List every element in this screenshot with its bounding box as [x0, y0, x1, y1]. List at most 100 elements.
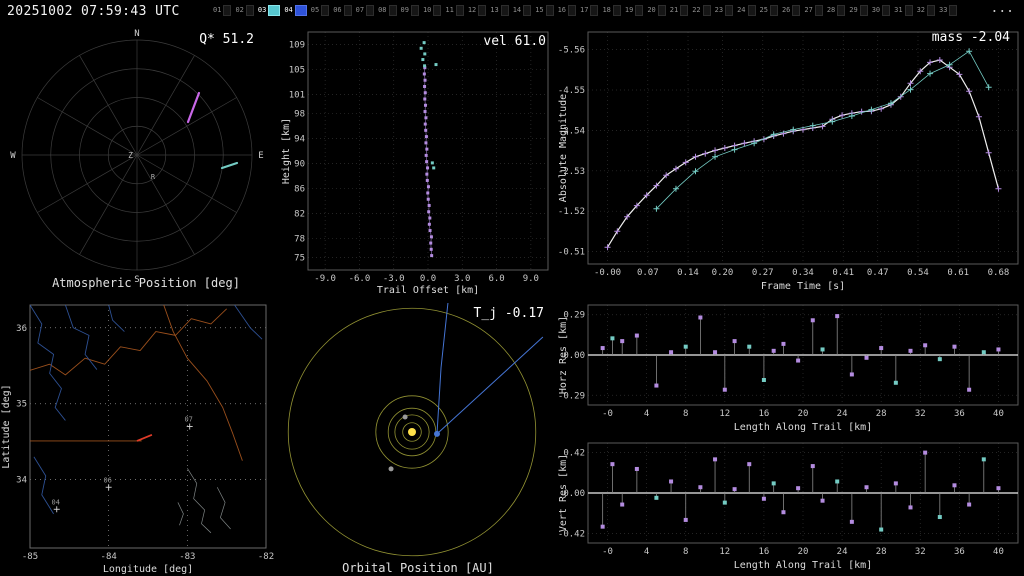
camera-tile-21[interactable]: 21	[670, 5, 689, 16]
camera-tile-23[interactable]: 23	[715, 5, 734, 16]
svg-text:12: 12	[719, 547, 730, 557]
svg-text:3.0: 3.0	[454, 274, 470, 284]
svg-text:105: 105	[289, 66, 305, 76]
camera-tile-03[interactable]: 03	[258, 5, 281, 16]
camera-tile-30[interactable]: 30	[872, 5, 891, 16]
camera-tile-16[interactable]: 16	[558, 5, 576, 16]
camera-tile-31[interactable]: 31	[894, 5, 913, 16]
camera-tile-12[interactable]: 12	[468, 5, 487, 16]
svg-text:-5.56: -5.56	[558, 46, 585, 56]
velocity-readout: vel 61.0	[483, 34, 546, 49]
svg-text:24: 24	[837, 547, 848, 557]
camera-thumbnail	[769, 5, 778, 16]
vert-res-chart: -0 4 8 12 16 20 24 28 32 36 40-0.420.000.42Length …	[558, 442, 1019, 571]
atmospheric-position-panel: NSWEZR Q* 51.2 Atmospheric Position [deg…	[8, 26, 284, 298]
camera-thumbnail	[635, 5, 644, 16]
camera-thumbnail	[545, 5, 554, 16]
camera-tile-15[interactable]: 15	[535, 5, 554, 16]
q-value-readout: Q* 51.2	[199, 32, 254, 47]
camera-tile-02[interactable]: 02	[235, 5, 254, 16]
camera-tile-13[interactable]: 13	[490, 5, 509, 16]
svg-text:-0.51: -0.51	[558, 248, 585, 258]
camera-tile-20[interactable]: 20	[647, 5, 666, 16]
camera-tile-label: 05	[310, 6, 320, 14]
camera-tile-28[interactable]: 28	[827, 5, 846, 16]
topbar: 20251002 07:59:43 UTC 01 02 03 04 05 06 07 08 09…	[0, 0, 1024, 24]
camera-tile-04[interactable]: 04	[284, 5, 307, 16]
camera-tile-label: 22	[692, 6, 701, 14]
camera-tile-label: 33	[939, 6, 948, 14]
camera-tile-label: 29	[849, 6, 858, 14]
camera-tile-09[interactable]: 09	[401, 5, 419, 16]
svg-text:78: 78	[294, 235, 305, 245]
camera-tile-label: 10	[422, 6, 432, 14]
camera-tile-label: 16	[557, 6, 566, 14]
camera-thumbnail	[590, 5, 599, 16]
camera-thumbnail	[612, 5, 621, 16]
svg-text:28: 28	[876, 547, 887, 557]
svg-text:36: 36	[954, 409, 965, 419]
camera-tile-01[interactable]: 01	[213, 5, 232, 16]
camera-thumbnail	[455, 5, 464, 16]
svg-text:101: 101	[289, 91, 305, 101]
camera-tile-25[interactable]: 25	[760, 5, 778, 16]
camera-thumbnail	[321, 5, 330, 16]
svg-text:W: W	[10, 151, 16, 161]
camera-tile-label: 20	[647, 6, 656, 14]
camera-tile-label: 15	[535, 6, 544, 14]
svg-text:20: 20	[798, 409, 809, 419]
camera-tile-27[interactable]: 27	[804, 5, 823, 16]
svg-text:90: 90	[294, 160, 305, 170]
svg-text:Z: Z	[128, 151, 133, 160]
trail-offset-plot: -9.0 -6.0 -3.0 0.0 3.0 6.0 9.0 75 78 82 86 90 94 98 10…	[280, 26, 556, 298]
camera-thumbnail	[343, 5, 352, 16]
camera-tile-18[interactable]: 18	[602, 5, 621, 16]
svg-text:-0: -0	[602, 409, 613, 419]
overflow-menu-button[interactable]: ...	[991, 1, 1014, 16]
camera-tile-06[interactable]: 06	[333, 5, 352, 16]
camera-thumbnail	[702, 5, 711, 16]
camera-tile-19[interactable]: 19	[625, 5, 644, 16]
camera-tile-08[interactable]: 08	[378, 5, 397, 16]
camera-tile-label: 31	[894, 6, 903, 14]
svg-text:Height [km]: Height [km]	[281, 118, 292, 184]
camera-tile-11[interactable]: 11	[445, 5, 464, 16]
ground-track-map-chart: -85 -84 -83 -82 34 35 36 Longitude [deg] Latitud…	[1, 304, 274, 575]
camera-tile-33[interactable]: 33	[939, 5, 958, 16]
svg-text:-0: -0	[602, 547, 613, 557]
light-curve-panel: -0.00 0.07 0.14 0.20 0.27 0.34 0.41 0.47 0.54 0.6…	[556, 26, 1024, 298]
camera-tile-10[interactable]: 10	[422, 5, 442, 16]
svg-text:75: 75	[294, 253, 305, 263]
svg-text:35: 35	[16, 400, 27, 410]
camera-tile-label: 09	[400, 6, 409, 14]
camera-thumbnail	[725, 5, 734, 16]
svg-text:07: 07	[184, 416, 192, 424]
camera-tile-26[interactable]: 26	[781, 5, 801, 16]
camera-tile-label: 13	[490, 6, 499, 14]
camera-tile-22[interactable]: 22	[692, 5, 711, 16]
svg-text:-6.0: -6.0	[349, 274, 371, 284]
camera-tile-29[interactable]: 29	[849, 5, 868, 16]
camera-tile-07[interactable]: 07	[356, 5, 375, 16]
svg-text:0.54: 0.54	[907, 268, 929, 278]
light-curve-chart: -0.00 0.07 0.14 0.20 0.27 0.34 0.41 0.47 0.54 0.6…	[558, 31, 1019, 292]
atmospheric-position-chart: NSW EZR	[10, 29, 263, 285]
svg-text:8: 8	[683, 409, 688, 419]
camera-tile-05[interactable]: 05	[310, 5, 330, 16]
camera-tile-14[interactable]: 14	[513, 5, 532, 16]
camera-thumbnail	[882, 5, 891, 16]
camera-thumbnail	[410, 5, 419, 16]
atmospheric-position-title: Atmospheric Position [deg]	[52, 276, 240, 290]
svg-text:28: 28	[876, 409, 887, 419]
camera-thumbnail	[747, 5, 756, 16]
camera-tile-label: 01	[213, 6, 222, 14]
camera-tile-label: 26	[781, 6, 791, 14]
svg-text:36: 36	[954, 547, 965, 557]
camera-tile-17[interactable]: 17	[580, 5, 599, 16]
camera-tile-32[interactable]: 32	[917, 5, 935, 16]
svg-text:86: 86	[294, 185, 305, 195]
svg-text:-1.52: -1.52	[558, 207, 585, 217]
camera-thumbnail	[680, 5, 689, 16]
camera-tile-24[interactable]: 24	[737, 5, 756, 16]
svg-text:Vert Res [km]: Vert Res [km]	[558, 454, 569, 532]
